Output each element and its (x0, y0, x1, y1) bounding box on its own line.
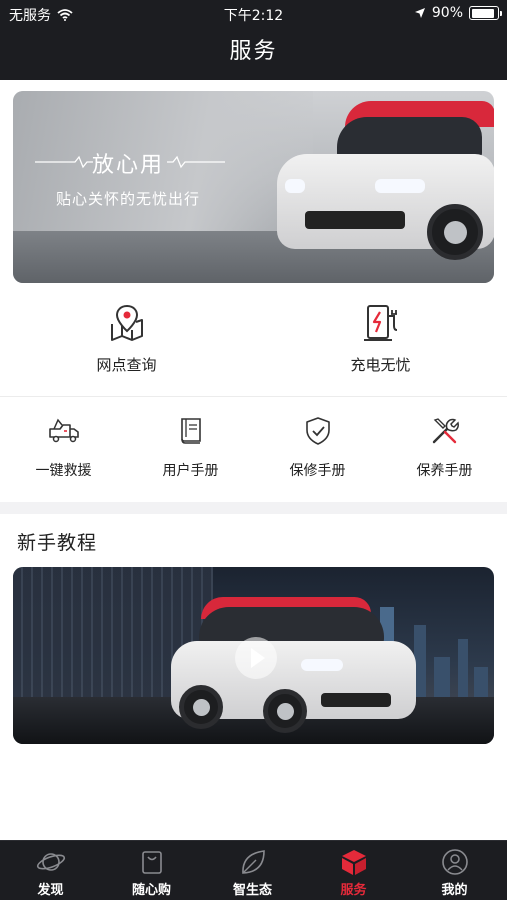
book-icon (181, 418, 201, 444)
quick-item-label: 充电无忧 (350, 356, 411, 374)
banner-headline: 放心用 (91, 153, 164, 178)
quick-item-label: 网点查询 (96, 356, 157, 374)
tab-label: 服务 (340, 883, 367, 898)
status-bar: 无服务 下午2:12 90% (0, 0, 507, 28)
grid-item-user-manual[interactable]: 用户手册 (127, 397, 254, 502)
page-title: 服务 (229, 39, 278, 64)
status-right: 90% (414, 5, 502, 21)
shield-check-icon (306, 417, 330, 445)
grid-item-label: 用户手册 (162, 463, 219, 479)
tab-label: 我的 (441, 883, 468, 898)
tab-discover[interactable]: 发现 (0, 841, 101, 900)
bottom-tab-bar: 发现 随心购 智生态 服务 我的 (0, 840, 507, 900)
grid-item-label: 一键救援 (35, 463, 92, 479)
tow-truck-icon (49, 418, 79, 443)
banner-car-image (275, 99, 494, 279)
top-bar: 无服务 下午2:12 90% 服务 (0, 0, 507, 80)
grid-item-label: 保养手册 (416, 463, 473, 479)
play-button-icon[interactable] (235, 637, 277, 679)
grid-item-warranty-manual[interactable]: 保修手册 (254, 397, 381, 502)
tab-label: 发现 (37, 883, 64, 898)
tools-icon (432, 418, 459, 444)
tab-profile[interactable]: 我的 (404, 841, 505, 900)
quick-item-outlet-search[interactable]: 网点查询 (0, 290, 253, 396)
quick-item-charging[interactable]: 充电无忧 (254, 290, 507, 396)
location-arrow-icon (414, 8, 425, 18)
leaf-icon (242, 850, 265, 874)
quick-services: 网点查询 充电无忧 (0, 290, 507, 396)
tutorial-video[interactable] (13, 567, 494, 744)
grid-item-label: 保修手册 (289, 463, 346, 479)
tab-shop[interactable]: 随心购 (101, 841, 202, 900)
tab-ecosystem[interactable]: 智生态 (202, 841, 303, 900)
video-car-image (171, 597, 421, 737)
tab-service[interactable]: 服务 (303, 841, 404, 900)
profile-icon (442, 849, 468, 875)
battery-fill (471, 8, 494, 18)
section-separator (0, 502, 507, 514)
planet-icon (36, 853, 66, 871)
battery-percent: 90% (431, 5, 463, 21)
grid-item-maintenance-manual[interactable]: 保养手册 (381, 397, 507, 502)
grid-item-rescue[interactable]: 一键救援 (0, 397, 127, 502)
tab-label: 智生态 (232, 883, 272, 898)
shopping-bag-icon (142, 851, 162, 874)
banner-subtitle: 贴心关怀的无忧出行 (55, 190, 200, 208)
section-title-tutorial: 新手教程 (17, 532, 98, 554)
promo-banner[interactable]: 放心用 贴心关怀的无忧出行 (13, 91, 494, 283)
map-location-icon (111, 304, 143, 341)
tab-label: 随心购 (131, 883, 171, 898)
service-grid: 一键救援 用户手册 保修手册 保养手册 (0, 397, 507, 502)
charging-station-icon (364, 305, 398, 341)
service-box-icon (342, 850, 366, 875)
battery-icon (469, 6, 502, 20)
